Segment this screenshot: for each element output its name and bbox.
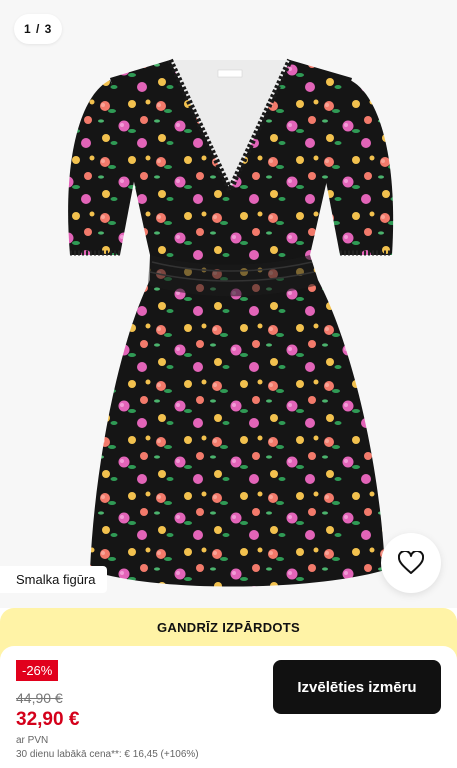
sale-price: 32,90 € — [16, 709, 80, 730]
price-panel: -26% 44,90 € 32,90 € ar PVN 30 dienu lab… — [0, 646, 457, 768]
fit-tag: Smalka figūra — [0, 566, 108, 593]
product-gallery[interactable]: 1 / 3 Smalka figūra — [0, 0, 457, 608]
best-price-note: 30 dienu labākā cena**: € 16,45 (+106%) — [16, 749, 199, 760]
heart-outline-icon — [398, 551, 424, 574]
vat-note: ar PVN — [16, 735, 49, 746]
original-price: 44,90 € — [16, 690, 63, 706]
buy-box: GANDRĪZ IZPĀRDOTS -26% 44,90 € 32,90 € a… — [0, 608, 457, 768]
select-size-button[interactable]: Izvēlēties izmēru — [273, 660, 441, 714]
wishlist-button[interactable] — [381, 533, 441, 593]
stock-banner: GANDRĪZ IZPĀRDOTS — [156, 619, 301, 635]
product-image[interactable] — [40, 40, 420, 600]
discount-badge: -26% — [16, 660, 59, 681]
